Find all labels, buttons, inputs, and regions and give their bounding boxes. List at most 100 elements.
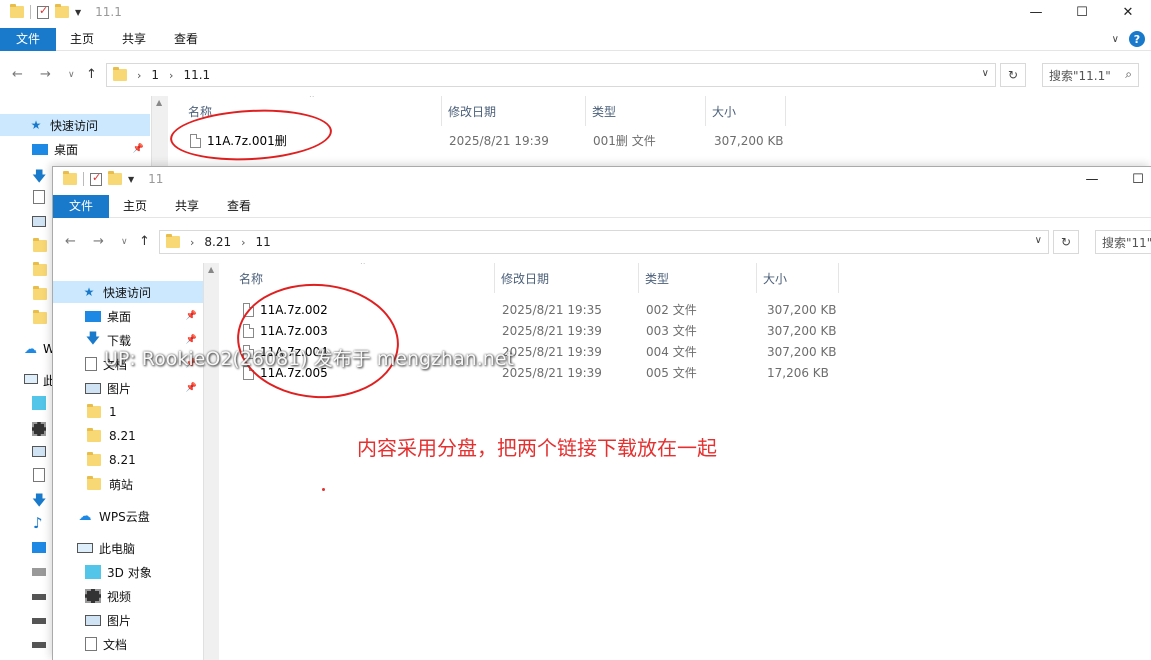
breadcrumb-item[interactable]: 11 — [256, 235, 271, 249]
back-arrow-icon[interactable]: ← — [12, 67, 23, 82]
watermark-text: UP: RookieO2(26081) 发布于 mengzhan.net — [104, 348, 514, 370]
refresh-button[interactable]: ↻ — [1053, 230, 1079, 254]
window-controls: — ☐ — [1069, 167, 1151, 191]
forward-arrow-icon[interactable]: → — [93, 234, 104, 249]
document-icon — [33, 190, 45, 204]
navigation-pane: ★ 快速访问 桌面 📌 🡇 下载 📌 文档 📌 图片 📌 1 8.21 8.21… — [53, 263, 219, 660]
computer-icon — [24, 374, 38, 384]
tab-share[interactable]: 共享 — [108, 28, 160, 51]
expand-ribbon-icon[interactable]: ∨ — [1112, 34, 1119, 45]
nav-folder-8-21[interactable]: 8.21 — [53, 449, 203, 471]
new-folder-icon[interactable] — [55, 4, 69, 18]
chevron-right-icon[interactable]: › — [169, 69, 173, 82]
nav-folder-8-21[interactable]: 8.21 — [53, 425, 203, 447]
chevron-down-icon[interactable]: ∨ — [1035, 235, 1042, 246]
scroll-up-icon[interactable]: ▲ — [156, 98, 162, 107]
folder-icon — [113, 67, 127, 81]
picture-icon — [32, 216, 46, 227]
customize-toolbar-icon[interactable]: ▼ — [75, 8, 81, 17]
tab-file[interactable]: 文件 — [53, 194, 109, 218]
nav-label: 图片 — [107, 381, 132, 396]
document-icon — [33, 468, 45, 482]
tab-home[interactable]: 主页 — [56, 28, 108, 51]
picture-icon — [85, 614, 101, 626]
maximize-button[interactable]: ☐ — [1059, 0, 1105, 24]
breadcrumb-item[interactable]: 1 — [151, 68, 159, 82]
properties-icon[interactable] — [37, 4, 49, 19]
nav-documents[interactable]: 文档 — [53, 633, 203, 655]
nav-pictures[interactable]: 图片 📌 — [53, 377, 203, 399]
chevron-right-icon[interactable]: › — [190, 236, 194, 249]
back-arrow-icon[interactable]: ← — [65, 234, 76, 249]
nav-label: 桌面 — [54, 142, 79, 157]
address-bar[interactable]: › 8.21 › 11 ∨ — [159, 230, 1049, 254]
pin-icon: 📌 — [132, 144, 144, 154]
maximize-button[interactable]: ☐ — [1115, 167, 1151, 191]
nav-wps-cloud[interactable]: ☁ WPS云盘 — [53, 505, 203, 527]
drive-icon — [32, 568, 46, 576]
nav-quick-access[interactable]: ★ 快速访问 — [0, 114, 150, 136]
minimize-button[interactable]: — — [1013, 0, 1059, 24]
red-dot-mark — [322, 488, 325, 491]
nav-videos[interactable]: 视频 — [53, 585, 203, 607]
column-type[interactable]: 类型 — [639, 263, 757, 293]
up-arrow-icon[interactable]: ↑ — [86, 67, 97, 82]
help-icon[interactable]: ? — [1129, 31, 1145, 47]
column-size[interactable]: 大小 — [757, 263, 839, 293]
computer-icon — [77, 543, 93, 553]
tab-home[interactable]: 主页 — [109, 195, 161, 218]
nav-3d-objects[interactable]: 3D 对象 — [53, 561, 203, 583]
nav-label: 快速访问 — [50, 118, 99, 133]
drive-icon — [32, 618, 46, 624]
annotation-text: 内容采用分盘，把两个链接下载放在一起 — [357, 436, 717, 460]
file-type: 001删 文件 — [593, 134, 656, 148]
back-title-bar: ▼ 11.1 — ☐ ✕ — [0, 0, 1151, 24]
recent-locations-icon[interactable]: ∨ — [68, 70, 75, 80]
close-button[interactable]: ✕ — [1105, 0, 1151, 24]
column-name[interactable]: 名称 — [233, 263, 495, 293]
search-placeholder: 搜索"11.1" — [1049, 68, 1111, 83]
chevron-right-icon[interactable]: › — [241, 236, 245, 249]
nav-folder-1[interactable]: 1 — [53, 401, 203, 423]
search-input[interactable]: 搜索"11" — [1095, 230, 1151, 254]
column-modified[interactable]: 修改日期 — [442, 96, 586, 126]
nav-folder-mengzhan[interactable]: 萌站 — [53, 473, 203, 495]
tab-share[interactable]: 共享 — [161, 195, 213, 218]
video-icon — [32, 422, 46, 436]
chevron-down-icon[interactable]: ∨ — [982, 68, 989, 79]
desktop-icon — [85, 310, 101, 322]
forward-arrow-icon[interactable]: → — [40, 67, 51, 82]
breadcrumb-item[interactable]: 11.1 — [183, 68, 210, 82]
nav-desktop[interactable]: 桌面 📌 — [0, 138, 150, 160]
recent-locations-icon[interactable]: ∨ — [121, 237, 128, 247]
column-modified[interactable]: 修改日期 — [495, 263, 639, 293]
folder-icon — [87, 404, 101, 418]
cloud-icon: ☁ — [78, 508, 92, 524]
nav-scrollbar[interactable]: ▲ — [203, 263, 219, 660]
scroll-up-icon[interactable]: ▲ — [208, 265, 214, 274]
document-icon — [85, 357, 97, 371]
nav-desktop[interactable]: 桌面 📌 — [53, 305, 203, 327]
nav-label: WPS云盘 — [99, 509, 150, 524]
address-bar[interactable]: › 1 › 11.1 ∨ — [106, 63, 996, 87]
search-input[interactable]: 搜索"11.1" ⌕ — [1042, 63, 1139, 87]
chevron-right-icon[interactable]: › — [137, 69, 141, 82]
tab-view[interactable]: 查看 — [213, 195, 265, 218]
minimize-button[interactable]: — — [1069, 167, 1115, 191]
refresh-button[interactable]: ↻ — [1000, 63, 1026, 87]
column-type[interactable]: 类型 — [586, 96, 706, 126]
customize-toolbar-icon[interactable]: ▼ — [128, 175, 134, 184]
file-size: 307,200 KB — [714, 133, 784, 148]
new-folder-icon[interactable] — [108, 171, 122, 185]
tab-file[interactable]: 文件 — [0, 27, 56, 51]
nav-this-pc[interactable]: 此电脑 — [53, 537, 203, 559]
column-size[interactable]: 大小 — [706, 96, 786, 126]
folder-icon — [33, 286, 47, 300]
breadcrumb-item[interactable]: 8.21 — [204, 235, 231, 249]
tab-view[interactable]: 查看 — [160, 28, 212, 51]
properties-icon[interactable] — [90, 171, 102, 186]
file-type: 002 文件 — [646, 303, 697, 317]
up-arrow-icon[interactable]: ↑ — [139, 234, 150, 249]
nav-pictures[interactable]: 图片 — [53, 609, 203, 631]
nav-quick-access[interactable]: ★ 快速访问 — [53, 281, 203, 303]
